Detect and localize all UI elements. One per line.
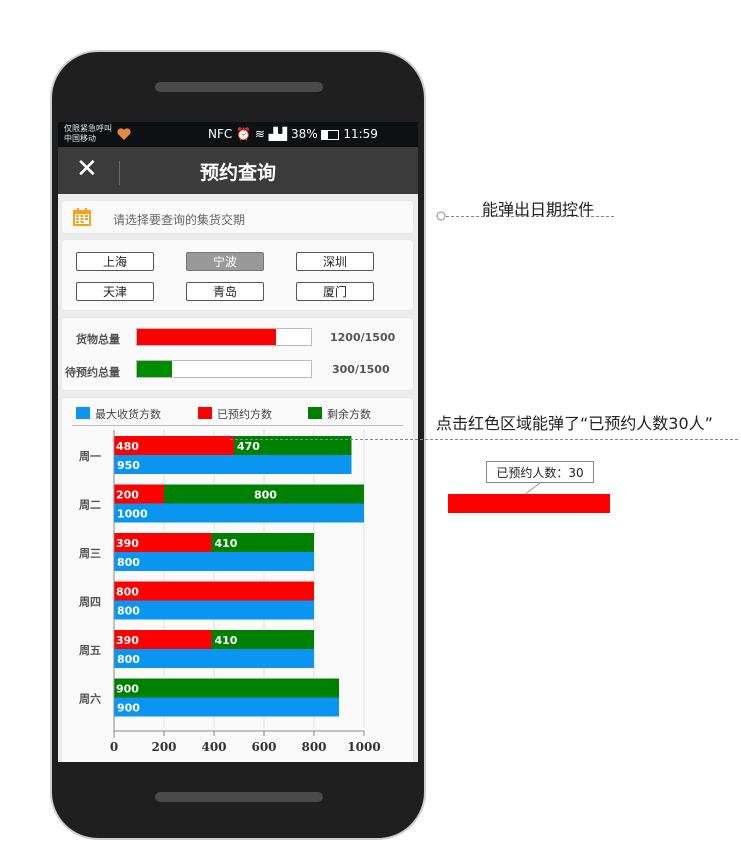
x-tick-label: 0 [110,740,118,754]
capacity-summary: 货物总量 1200/1500 待预约总量 300/1500 [62,318,413,390]
bar-max [114,649,314,668]
bar-booked[interactable] [114,581,314,601]
pending-total-value: 300/1500 [332,363,390,376]
bar-booked-label: 200 [116,489,139,502]
bar-max-label: 950 [117,459,140,472]
bar-max-label: 800 [117,653,140,666]
legend-swatch-remaining [308,407,322,419]
battery-icon [321,129,340,140]
bar-remaining-label: 410 [215,537,238,550]
legend-divider [72,425,403,426]
chart-legend: 最大收货方数 已预约方数 剩余方数 [76,406,416,422]
city-button-qingdao[interactable]: 青岛 [186,282,264,301]
bar-max-label: 800 [117,556,140,569]
bar-remaining-label: 410 [215,634,238,647]
city-button-ningbo[interactable]: 宁波 [186,252,264,271]
bar-max [114,600,314,620]
bar-remaining-label: 900 [116,683,139,696]
bar-max-label: 800 [117,605,140,618]
carrier-line2: 中国移动 [64,134,96,143]
date-picker[interactable]: 请选择要查询的集货交期 [62,201,413,233]
bar-remaining-label: 800 [254,489,277,502]
bottom-bar [155,792,323,802]
x-tick-label: 600 [251,740,276,754]
bar-max-label: 900 [117,702,140,715]
title-divider [119,161,120,185]
city-selector: 上海 宁波 深圳 天津 青岛 厦门 [62,240,413,310]
x-tick-label: 400 [201,740,226,754]
status-icons: NFC ⏰ ≋ ▟▟ 38% 11:59 [208,127,378,141]
legend-swatch-booked [198,407,212,419]
health-heart-icon [117,128,131,140]
category-label: 周四 [79,596,101,609]
pending-total-bar [136,360,312,378]
carrier-info: 仅限紧急呼叫 中国移动 [64,124,112,144]
annotation-dot-icon [436,211,446,221]
category-label: 周六 [79,692,101,706]
goods-total-fill [137,329,277,345]
calendar-icon [73,208,91,226]
category-label: 周一 [79,450,101,463]
category-label: 周五 [79,644,101,657]
click-note: 点击红色区域能弹了“已预约人数30人” [436,414,713,433]
date-note: 能弹出日期控件 [482,200,595,219]
carrier-line1: 仅限紧急呼叫 [64,124,112,133]
bar-max [114,552,314,571]
city-button-shanghai[interactable]: 上海 [76,252,154,271]
phone-screen: 仅限紧急呼叫 中国移动 NFC ⏰ ≋ ▟▟ 38% 11:59 ✕ 预约查询 … [58,122,418,762]
bar-booked-label: 480 [116,440,139,453]
clock-time: 11:59 [343,127,378,141]
bar-booked-label: 800 [116,586,139,599]
close-icon[interactable]: ✕ [76,154,98,184]
click-note-line [230,439,738,440]
bar-max [114,455,352,474]
goods-total-bar [136,328,312,346]
weekly-booking-chart: 周一 480 470 950 周二 200 800 1000 周三 390 410 800 周四 800 8… [79,430,381,754]
pending-total-fill [137,361,172,377]
bar-booked-label: 390 [116,537,139,550]
red-area-example[interactable] [448,494,610,513]
title-bar: ✕ 预约查询 [58,147,418,194]
x-tick-label: 1000 [347,740,380,754]
pending-total-label: 待预约总量 [65,366,120,379]
x-tick-label: 200 [151,740,176,754]
booked-tooltip: 已预约人数：30 [486,461,594,483]
bar-max [114,697,339,717]
status-icons-glyphs: NFC ⏰ ≋ ▟▟ [208,127,288,141]
city-button-tianjin[interactable]: 天津 [76,282,154,301]
legend-label-max: 最大收货方数 [95,408,161,421]
bar-remaining [114,678,339,698]
status-bar: 仅限紧急呼叫 中国移动 NFC ⏰ ≋ ▟▟ 38% 11:59 [58,122,418,147]
legend-swatch-max [76,407,90,419]
x-tick-label: 800 [301,740,326,754]
page-title: 预约查询 [199,162,276,184]
bar-booked-label: 390 [116,634,139,647]
city-button-shenzhen[interactable]: 深圳 [296,252,374,271]
goods-total-label: 货物总量 [76,333,120,346]
legend-label-remaining: 剩余方数 [327,408,371,421]
battery-percent: 38% [290,127,318,141]
schedule-chart-card: 最大收货方数 已预约方数 剩余方数 周一 480 470 950 周二 200 800 100… [62,398,413,762]
bar-max [114,503,364,523]
date-placeholder: 请选择要查询的集货交期 [113,213,246,227]
city-button-xiamen[interactable]: 厦门 [296,282,374,301]
bar-max-label: 1000 [117,508,148,521]
top-speaker [155,82,323,92]
category-label: 周三 [79,547,101,560]
legend-label-booked: 已预约方数 [217,408,272,421]
bar-remaining-label: 470 [237,440,260,453]
goods-total-value: 1200/1500 [330,331,396,344]
category-label: 周二 [79,499,101,512]
